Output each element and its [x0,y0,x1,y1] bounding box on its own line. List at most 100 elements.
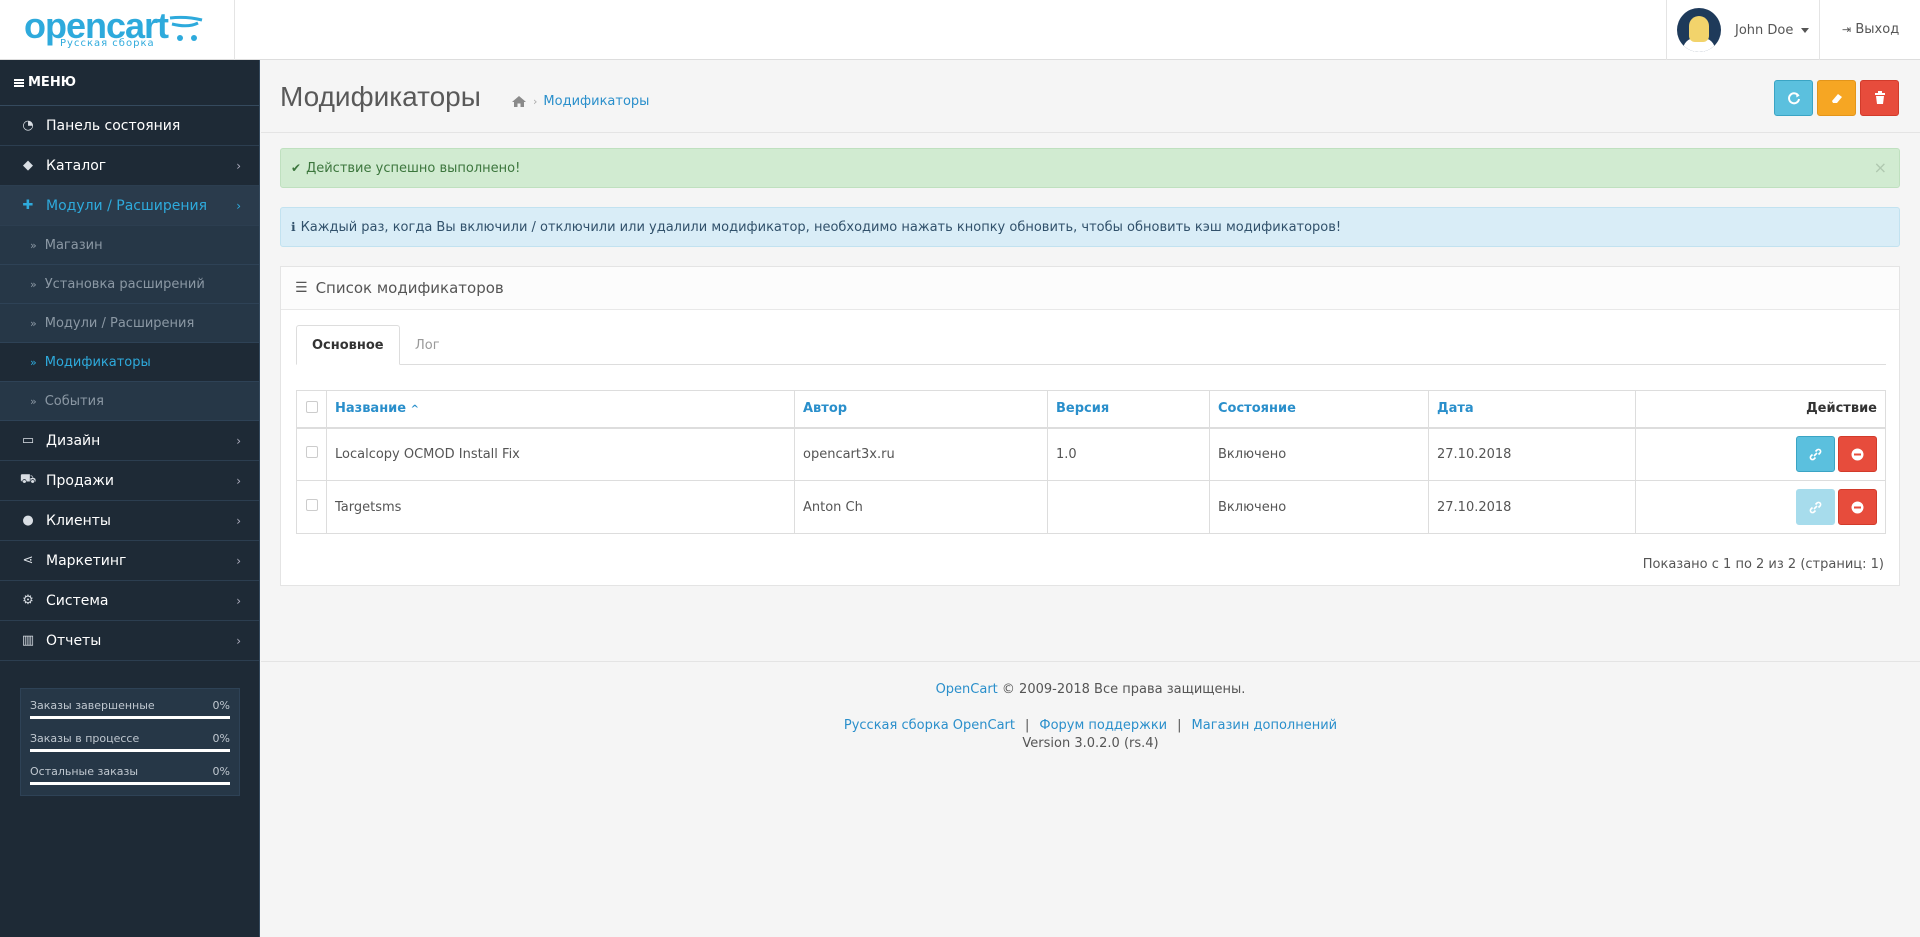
progress-other: Остальные заказы 0% [30,763,230,796]
panel-heading: ☰ Список модификаторов [281,267,1899,310]
share-icon: ⋖ [22,553,34,568]
link-button[interactable] [1796,436,1835,473]
select-all-cell [296,390,327,429]
progress-percent: 0% [212,732,230,745]
sidebar-item-customers[interactable]: ● Клиенты › [0,501,259,541]
footer-links: Русская сборка OpenCart | Форум поддержки |… [261,718,1920,733]
bars-icon [14,78,24,87]
select-all-checkbox[interactable] [305,400,318,413]
progress-label: Заказы в процессе [30,732,140,745]
info-alert: ℹ Каждый раз, когда Вы включили / отключ… [280,207,1900,247]
modifications-panel: ☰ Список модификаторов Основное Лог Назв… [280,266,1900,586]
row-checkbox[interactable] [305,499,318,511]
sidebar-item-label: Дизайн [46,432,101,449]
footer: OpenCart © 2009-2018 Все права защищены.… [261,661,1920,937]
chevron-right-icon: › [236,434,241,448]
info-message: Каждый раз, когда Вы включили / отключил… [300,219,1342,235]
tags-icon: ◆ [23,158,33,173]
sidebar-subitem-installer[interactable]: » Установка расширений [0,265,259,304]
cell-name: Targetsms [326,480,795,534]
delete-button[interactable] [1860,80,1899,116]
sign-out-icon: ⇥ [1842,23,1852,36]
column-author[interactable]: Автор [794,390,1048,429]
tab-general[interactable]: Основное [296,325,400,365]
sidebar-subitem-store[interactable]: » Магазин [0,226,259,265]
disable-button[interactable] [1838,436,1877,473]
order-progress-box: Заказы завершенные 0% Заказы в процессе … [20,688,240,796]
cell-author: opencart3x.ru [794,427,1048,481]
refresh-icon [1787,92,1800,105]
tab-log[interactable]: Лог [400,325,455,365]
progress-bar [30,749,230,752]
sidebar-item-system[interactable]: ⚙ Система › [0,581,259,621]
home-icon[interactable] [511,95,527,108]
column-date[interactable]: Дата [1428,390,1636,429]
chevron-right-icon: › [236,199,241,213]
breadcrumb-link[interactable]: Модификаторы [543,94,649,109]
progress-bar [30,716,230,719]
gear-icon: ⚙ [22,593,34,608]
monitor-icon: ▭ [21,433,35,448]
sidebar-item-marketing[interactable]: ⋖ Маркетинг › [0,541,259,581]
cell-date: 27.10.2018 [1428,480,1636,534]
sidebar-subitem-label: Модификаторы [44,354,151,370]
chevron-right-icon: › [236,514,241,528]
cell-version: 1.0 [1047,427,1210,481]
row-checkbox[interactable] [305,446,318,459]
sidebar-item-catalog[interactable]: ◆ Каталог › [0,146,259,186]
table-row: Localcopy OCMOD Install Fix opencart3x.r… [296,427,1886,481]
sidebar-item-sales[interactable]: ⛟ Продажи › [0,461,259,501]
sort-asc-icon: ^ [410,404,420,416]
chevron-right-icon: › [236,634,241,648]
footer-brand-link[interactable]: OpenCart [936,682,998,697]
sidebar-item-label: Панель состояния [46,117,181,134]
sidebar-item-design[interactable]: ▭ Дизайн › [0,421,259,461]
bar-chart-icon: ▥ [21,633,35,648]
cell-status: Включено [1209,427,1429,481]
cell-author: Anton Ch [794,480,1048,534]
column-name[interactable]: Название ^ [326,390,795,429]
chevron-right-icon: › [236,594,241,608]
chevron-right-icon: › [236,159,241,173]
footer-link-russian-build[interactable]: Русская сборка OpenCart [844,718,1015,733]
column-version[interactable]: Версия [1047,390,1210,429]
sidebar-subitem-label: Модули / Расширения [44,315,195,331]
logout-label: Выход [1855,22,1900,37]
disable-button[interactable] [1838,489,1877,525]
pagination-info: Показано с 1 по 2 из 2 (страниц: 1) [1642,557,1884,572]
column-status[interactable]: Состояние [1209,390,1429,429]
sidebar-item-label: Клиенты [46,512,111,529]
sidebar-item-extensions[interactable]: ✚ Модули / Расширения › [0,186,259,226]
footer-copyright-text: © 2009-2018 Все права защищены. [1001,682,1246,697]
sidebar-item-dashboard[interactable]: ◔ Панель состояния [0,106,259,146]
footer-separator: | [1025,718,1030,733]
cell-name: Localcopy OCMOD Install Fix [326,427,795,481]
logo[interactable]: opencart Русская сборка [0,0,235,60]
progress-percent: 0% [212,765,230,778]
sidebar-subitem-events[interactable]: » События [0,382,259,421]
clear-button[interactable] [1817,80,1856,116]
sidebar-subitem-modifications[interactable]: » Модификаторы [0,343,259,382]
double-chevron-icon: » [30,316,37,330]
breadcrumb: › Модификаторы [511,94,649,109]
logout-link[interactable]: ⇥ Выход [1842,22,1899,37]
sidebar-subitem-extensions[interactable]: » Модули / Расширения [0,304,259,343]
refresh-button[interactable] [1774,80,1813,116]
user-menu[interactable]: John Doe [1666,0,1820,60]
tab-bar: Основное Лог [296,325,1886,365]
footer-link-forum[interactable]: Форум поддержки [1039,718,1167,733]
menu-label: МЕНЮ [28,75,76,90]
dashboard-icon: ◔ [22,118,34,133]
link-icon [1809,448,1822,461]
cell-status: Включено [1209,480,1429,534]
cell-actions [1635,427,1886,481]
close-icon[interactable]: × [1874,158,1887,177]
footer-link-store[interactable]: Магазин дополнений [1192,718,1338,733]
column-name-label: Название [335,401,407,417]
chevron-down-icon [1801,27,1810,33]
sidebar-subitem-label: Установка расширений [44,276,205,292]
row-select-cell [296,427,327,481]
avatar [1677,8,1721,52]
menu-toggle[interactable]: МЕНЮ [0,60,259,106]
sidebar-item-reports[interactable]: ▥ Отчеты › [0,621,259,661]
